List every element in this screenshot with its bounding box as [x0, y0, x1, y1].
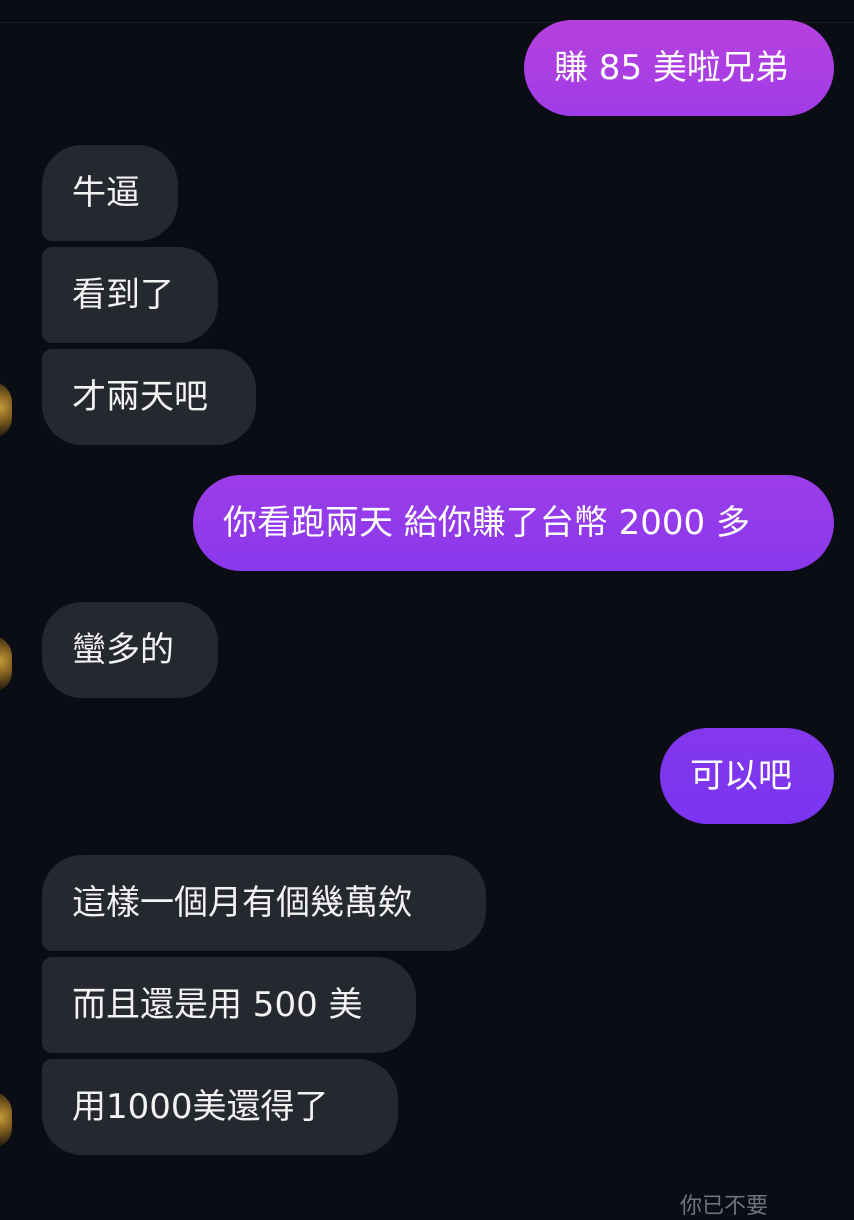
message-incoming-2[interactable]: 看到了 — [42, 247, 218, 343]
message-outgoing-3[interactable]: 可以吧 — [660, 728, 834, 824]
footer-partial-text: 你已不要 — [680, 1194, 769, 1219]
message-incoming-6[interactable]: 而且還是用 500 美 — [42, 957, 416, 1053]
message-incoming-5[interactable]: 這樣一個月有個幾萬欸 — [42, 855, 486, 951]
message-incoming-3[interactable]: 才兩天吧 — [42, 349, 256, 445]
contact-avatar[interactable] — [0, 636, 12, 692]
message-outgoing-2[interactable]: 你看跑兩天 給你賺了台幣 2000 多 — [193, 475, 834, 571]
contact-avatar[interactable] — [0, 1092, 12, 1148]
message-outgoing-1[interactable]: 賺 85 美啦兄弟 — [524, 20, 834, 116]
contact-avatar[interactable] — [0, 382, 12, 438]
message-incoming-4[interactable]: 蠻多的 — [42, 602, 218, 698]
message-incoming-1[interactable]: 牛逼 — [42, 145, 178, 241]
message-incoming-7[interactable]: 用1000美還得了 — [42, 1059, 398, 1155]
